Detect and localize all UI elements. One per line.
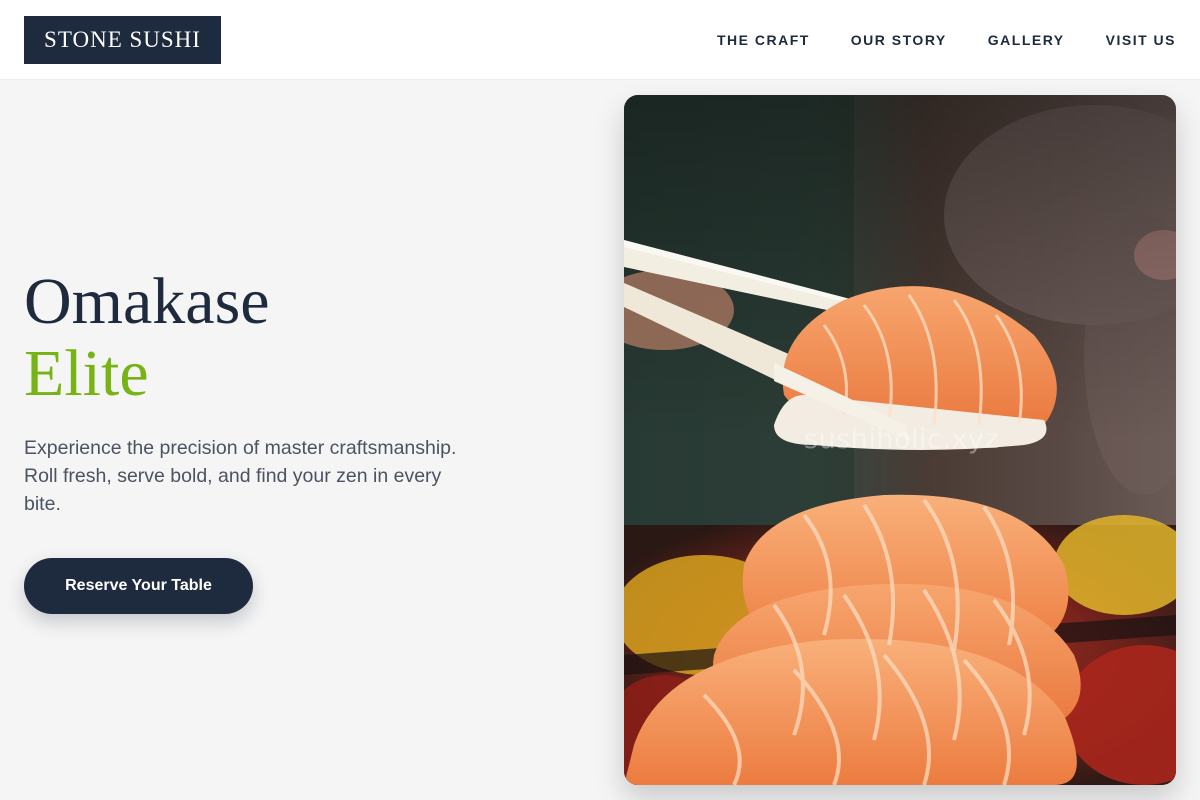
hero-title: Omakase Elite [24,266,270,410]
nav-link-our-story[interactable]: OUR STORY [851,32,947,48]
brand-logo[interactable]: STONE SUSHI [24,16,221,64]
site-header: STONE SUSHI THE CRAFT OUR STORY GALLERY … [0,0,1200,80]
nav-link-visit-us[interactable]: VISIT US [1106,32,1176,48]
nav-link-the-craft[interactable]: THE CRAFT [717,32,810,48]
reserve-table-button[interactable]: Reserve Your Table [24,558,253,614]
hero-description: Experience the precision of master craft… [24,437,457,515]
hero-title-line2: Elite [24,337,149,410]
main-nav: THE CRAFT OUR STORY GALLERY VISIT US [717,0,1176,80]
nav-link-gallery[interactable]: GALLERY [988,32,1065,48]
hero-title-line1: Omakase [24,265,270,338]
image-watermark: sushiholic.xyz [804,424,1000,455]
